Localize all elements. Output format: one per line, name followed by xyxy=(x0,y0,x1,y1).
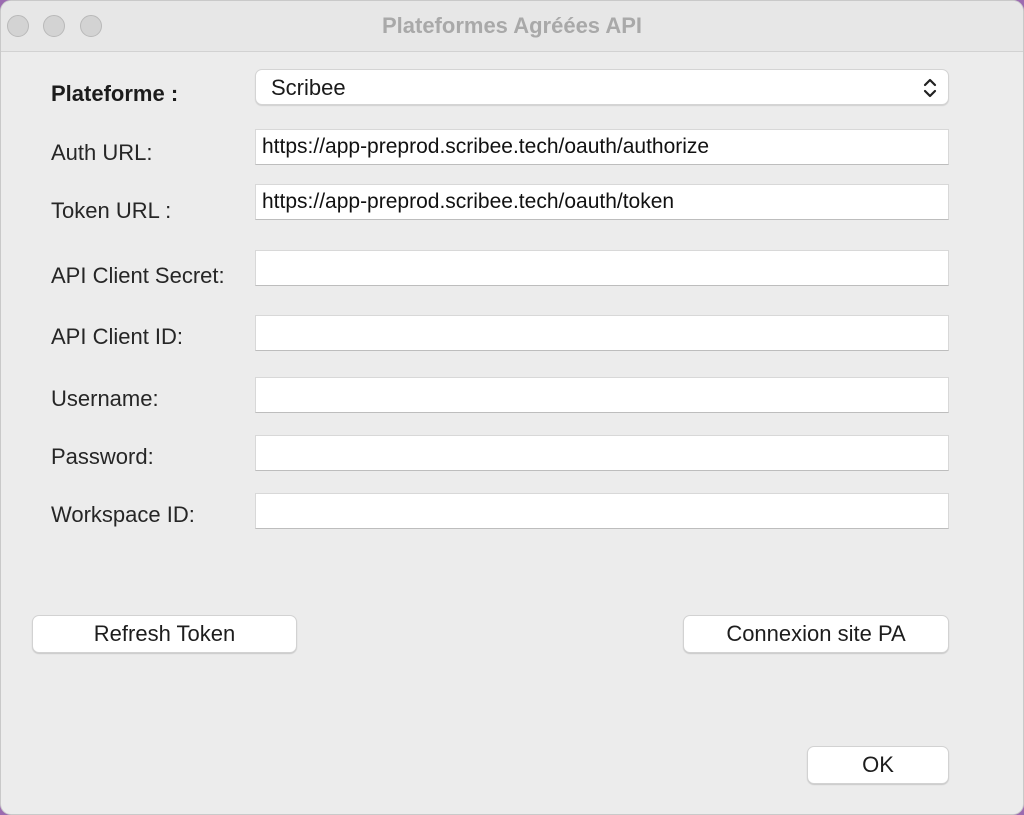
title-bar[interactable]: Plateformes Agréées API xyxy=(1,1,1023,52)
password-field[interactable] xyxy=(255,435,949,471)
password-label: Password: xyxy=(51,444,154,469)
auth-url-field[interactable] xyxy=(255,129,949,165)
client-secret-field[interactable] xyxy=(255,250,949,286)
platform-label: Plateforme : xyxy=(51,81,179,106)
username-field[interactable] xyxy=(255,377,949,413)
workspace-id-label: Workspace ID: xyxy=(51,502,195,527)
client-id-label: API Client ID: xyxy=(51,324,184,349)
token-url-label: Token URL : xyxy=(51,198,172,223)
token-url-field[interactable] xyxy=(255,184,949,220)
chevron-up-down-icon xyxy=(923,78,937,98)
client-secret-label: API Client Secret: xyxy=(51,263,225,288)
connexion-site-button[interactable]: Connexion site PA xyxy=(683,615,949,653)
platform-select[interactable]: Scribee xyxy=(255,69,949,105)
refresh-token-button[interactable]: Refresh Token xyxy=(32,615,297,653)
window-title: Plateformes Agréées API xyxy=(381,13,643,38)
client-id-field[interactable] xyxy=(255,315,949,351)
dialog-window: Plateformes Agréées API Plateforme : Scr… xyxy=(0,0,1024,815)
platform-select-value: Scribee xyxy=(271,75,346,100)
ok-button[interactable]: OK xyxy=(807,746,949,784)
username-label: Username: xyxy=(51,386,159,411)
auth-url-label: Auth URL: xyxy=(51,140,153,165)
workspace-id-field[interactable] xyxy=(255,493,949,529)
